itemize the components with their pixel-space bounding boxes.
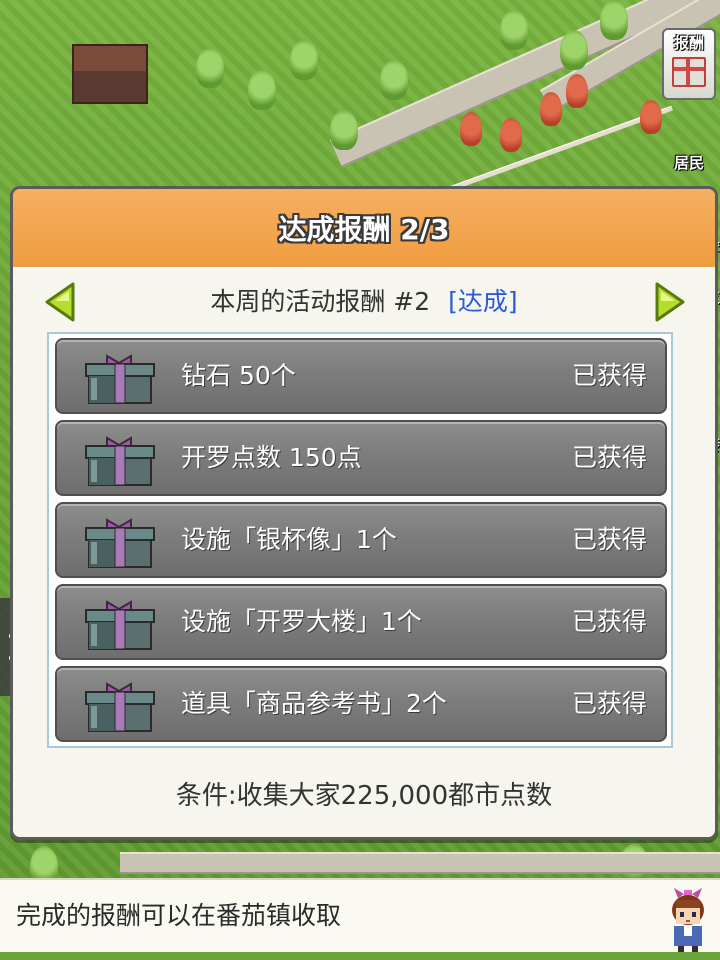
reward-row[interactable]: 道具「商品参考书」2个 已获得 <box>55 666 667 742</box>
reward-status: 已获得 <box>571 361 647 390</box>
reward-name: 钻石 50个 <box>181 361 296 390</box>
reward-row[interactable]: 开罗点数 150点 已获得 <box>55 420 667 496</box>
message-text: 完成的报酬可以在番茄镇收取 <box>16 901 342 930</box>
tree <box>500 10 528 50</box>
reward-button-label: 报酬 <box>673 34 704 52</box>
gift-box-icon <box>85 518 155 568</box>
road <box>120 852 720 874</box>
gift-icon <box>672 57 706 87</box>
reward-dialog: 达成报酬 2/3 本周的活动报酬 #2 [达成] 钻石 50个 已获得 开罗点数… <box>10 186 718 840</box>
page-subtitle: 本周的活动报酬 #2 [达成] <box>13 283 715 317</box>
tree <box>540 92 562 126</box>
reward-status: 已获得 <box>571 525 647 554</box>
gift-box-icon <box>85 682 155 732</box>
tree <box>566 74 588 108</box>
gift-box-icon <box>85 436 155 486</box>
resident-button-label: 居民 <box>673 154 704 172</box>
reward-row[interactable]: 设施「银杯像」1个 已获得 <box>55 502 667 578</box>
tree <box>196 48 224 88</box>
subtitle-text: 本周的活动报酬 #2 <box>210 287 431 316</box>
dialog-title: 达成报酬 2/3 <box>278 213 450 246</box>
bottom-map-strip <box>0 952 720 960</box>
reward-status: 已获得 <box>571 689 647 718</box>
tree <box>640 100 662 134</box>
condition-text: 条件:收集大家225,000都市点数 <box>175 781 553 811</box>
tree <box>330 110 358 150</box>
next-page-arrow[interactable] <box>653 281 687 323</box>
reward-status: 已获得 <box>571 607 647 636</box>
dialog-header: 达成报酬 2/3 <box>13 189 715 270</box>
advisor-avatar-icon <box>672 888 704 952</box>
gift-box-icon <box>85 354 155 404</box>
message-bar: 完成的报酬可以在番茄镇收取 <box>0 878 720 954</box>
resident-button[interactable]: 居民 <box>664 152 714 182</box>
reward-list: 钻石 50个 已获得 开罗点数 150点 已获得 设施「银杯像」1个 已获得 设… <box>47 332 673 748</box>
tree <box>248 70 276 110</box>
tree <box>500 118 522 152</box>
reward-row[interactable]: 钻石 50个 已获得 <box>55 338 667 414</box>
reward-button[interactable]: 报酬 <box>662 28 716 100</box>
tree <box>600 0 628 40</box>
building <box>72 44 148 104</box>
tree <box>560 30 588 70</box>
achieved-tag: [达成] <box>448 287 518 316</box>
reward-name: 道具「商品参考书」2个 <box>181 689 447 718</box>
arrow-right-icon <box>655 282 685 322</box>
tree <box>380 60 408 100</box>
reward-name: 设施「银杯像」1个 <box>181 525 397 554</box>
tree <box>290 40 318 80</box>
tree <box>460 112 482 146</box>
reward-name: 设施「开罗大楼」1个 <box>181 607 422 636</box>
gift-box-icon <box>85 600 155 650</box>
reward-row[interactable]: 设施「开罗大楼」1个 已获得 <box>55 584 667 660</box>
reward-name: 开罗点数 150点 <box>181 443 362 472</box>
reward-status: 已获得 <box>571 443 647 472</box>
